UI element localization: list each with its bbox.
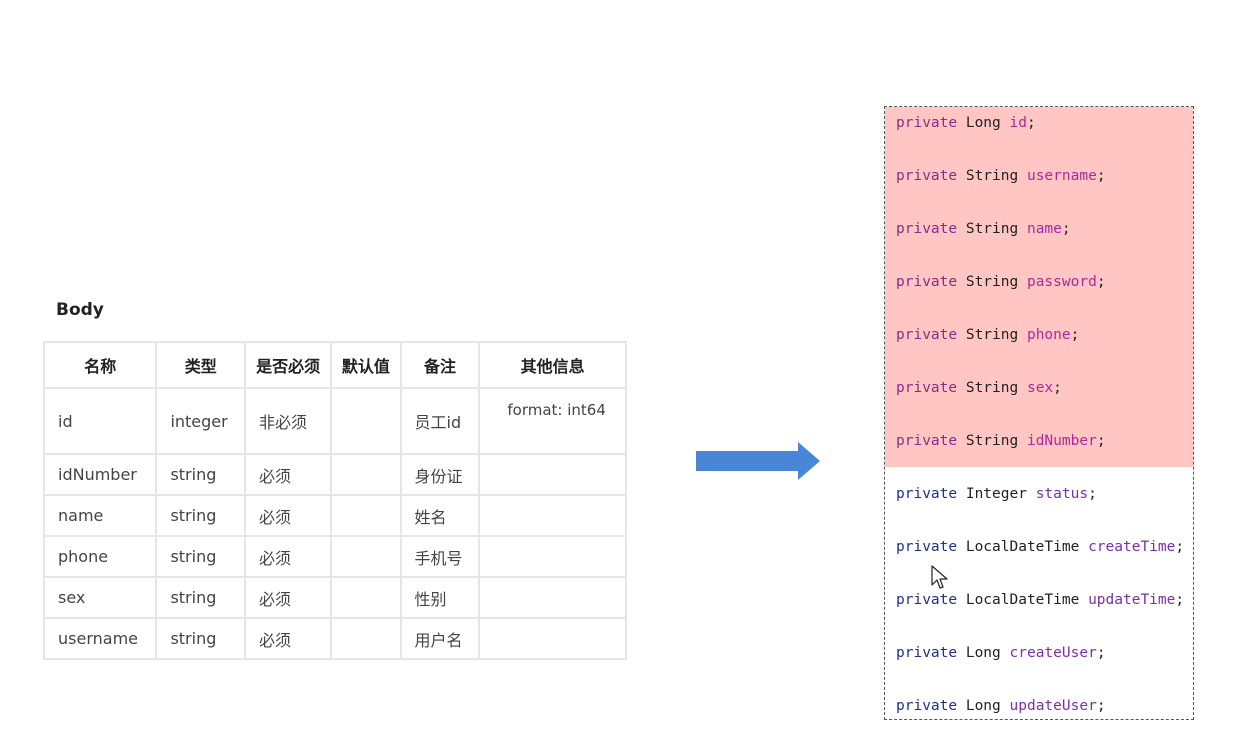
code-line: private Long createUser;	[896, 645, 1106, 661]
code-line: private LocalDateTime createTime;	[896, 539, 1185, 555]
cell-remark: 姓名	[399, 494, 481, 537]
cell-required: 必须	[243, 617, 333, 660]
code-line: private String sex;	[896, 380, 1062, 396]
cell-other-info	[478, 535, 627, 578]
cell-name: id	[42, 387, 158, 455]
entity-code-panel: private Long id; private String username…	[884, 106, 1194, 720]
cell-default	[330, 387, 402, 455]
cell-required: 非必须	[243, 387, 333, 455]
right-arrow-icon	[696, 442, 820, 480]
column-header-type: 类型	[155, 341, 246, 389]
table-row: sex string 必须 性别	[42, 576, 627, 619]
table-row: name string 必须 姓名	[42, 494, 627, 537]
table-row: id integer 非必须 员工id format: int64	[42, 387, 627, 455]
code-line: private String username;	[896, 168, 1106, 184]
cell-remark: 用户名	[399, 617, 481, 660]
cell-default	[330, 535, 402, 578]
code-line: private String password;	[896, 274, 1106, 290]
table-row: username string 必须 用户名	[42, 617, 627, 660]
cell-required: 必须	[243, 453, 333, 496]
cell-remark: 员工id	[399, 387, 481, 455]
cell-default	[330, 453, 402, 496]
cell-other-info	[478, 576, 627, 619]
cell-name: idNumber	[42, 453, 158, 496]
column-header-default: 默认值	[330, 341, 402, 389]
cell-other-info: format: int64	[478, 387, 627, 455]
code-line: private String name;	[896, 221, 1071, 237]
cell-name: phone	[42, 535, 158, 578]
cell-required: 必须	[243, 494, 333, 537]
cell-type: string	[155, 453, 246, 496]
cell-name: username	[42, 617, 158, 660]
code-line: private Long id;	[896, 115, 1036, 131]
cell-type: string	[155, 617, 246, 660]
cell-other-info	[478, 494, 627, 537]
slide-canvas: Body 名称 类型 是否必须 默认值 备注 其他信息 id integer 非…	[0, 0, 1245, 739]
cell-type: string	[155, 576, 246, 619]
column-header-remark: 备注	[399, 341, 481, 389]
table-row: phone string 必须 手机号	[42, 535, 627, 578]
cell-type: string	[155, 535, 246, 578]
table-header-row: 名称 类型 是否必须 默认值 备注 其他信息	[42, 341, 627, 389]
cell-default	[330, 576, 402, 619]
cell-other-info	[478, 617, 627, 660]
cell-type: integer	[155, 387, 246, 455]
code-line: private LocalDateTime updateTime;	[896, 592, 1185, 608]
column-header-other-info: 其他信息	[478, 341, 627, 389]
column-header-required: 是否必须	[243, 341, 333, 389]
column-header-name: 名称	[42, 341, 158, 389]
code-line: private String idNumber;	[896, 433, 1106, 449]
cell-remark: 手机号	[399, 535, 481, 578]
cell-other-info	[478, 453, 627, 496]
cell-type: string	[155, 494, 246, 537]
code-line: private Long updateUser;	[896, 698, 1106, 714]
cell-name: name	[42, 494, 158, 537]
cell-required: 必须	[243, 535, 333, 578]
cell-name: sex	[42, 576, 158, 619]
request-body-param-table: 名称 类型 是否必须 默认值 备注 其他信息 id integer 非必须 员工…	[42, 341, 627, 660]
mouse-pointer-icon	[931, 565, 948, 589]
code-line: private String phone;	[896, 327, 1080, 343]
code-line: private Integer status;	[896, 486, 1097, 502]
cell-remark: 性别	[399, 576, 481, 619]
body-section-title: Body	[56, 300, 104, 320]
cell-default	[330, 494, 402, 537]
cell-remark: 身份证	[399, 453, 481, 496]
table-row: idNumber string 必须 身份证	[42, 453, 627, 496]
cell-required: 必须	[243, 576, 333, 619]
cell-default	[330, 617, 402, 660]
